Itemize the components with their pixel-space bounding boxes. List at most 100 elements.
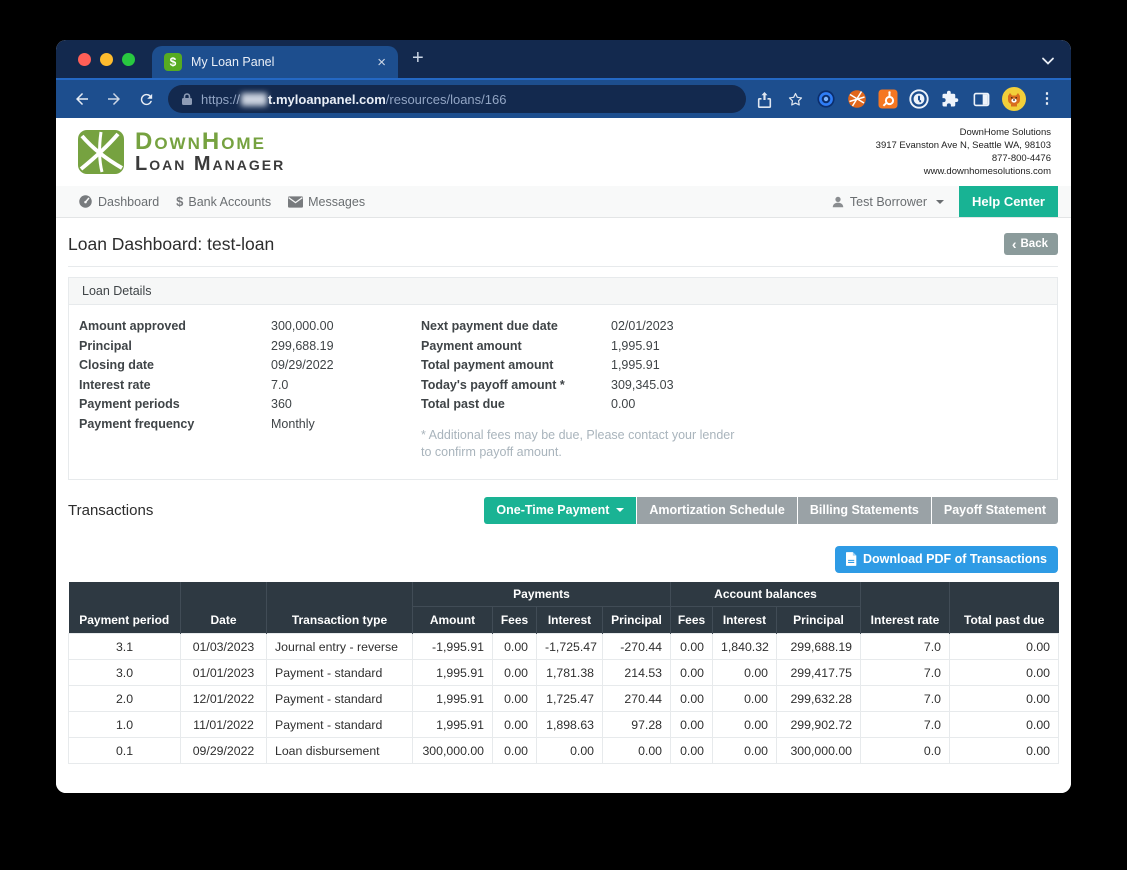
minimize-window-button[interactable] [100,53,113,66]
downhome-logo[interactable]: DownHome Loan Manager [78,130,285,175]
window-controls[interactable] [78,53,135,66]
detail-value: 309,345.03 [611,376,674,396]
col-header-amount: Amount [413,607,493,634]
url-domain: t.myloanpanel.com [268,92,386,107]
cell-fees: 0.00 [493,738,537,764]
amortization-schedule-button[interactable]: Amortization Schedule [637,497,796,524]
detail-value: 0.00 [611,395,635,415]
cell-interest-rate: 7.0 [861,660,950,686]
detail-row: Principal 299,688.19 [79,337,421,357]
company-info-line: 877-800-4476 [876,152,1051,165]
screenshot-canvas: $ My Loan Panel × + [0,0,1127,870]
nav-label: Messages [308,195,365,209]
table-row: 3.0 01/01/2023 Payment - standard 1,995.… [69,660,1059,686]
payments-group-header: Payments [413,582,671,607]
cell-fees: 0.00 [493,660,537,686]
detail-label: Payment amount [421,337,611,357]
nav-item-messages[interactable]: Messages [288,195,365,209]
nav-item-bank-accounts[interactable]: $ Bank Accounts [176,194,271,209]
detail-row: Interest rate 7.0 [79,376,421,396]
tab-search-chevron-icon[interactable] [1041,53,1055,71]
new-tab-button[interactable]: + [412,48,424,68]
tab-strip: $ My Loan Panel × + [56,40,1071,78]
cell-balance-interest: 0.00 [713,686,777,712]
extension-blue-ring-icon[interactable] [816,89,836,109]
one-time-payment-button[interactable]: One-Time Payment [484,497,636,524]
col-header-transaction-type: Transaction type [267,607,413,634]
close-window-button[interactable] [78,53,91,66]
tab-close-icon[interactable]: × [377,55,386,70]
web-page: DownHome Loan Manager DownHome Solutions… [56,118,1071,793]
lock-icon[interactable] [181,92,193,106]
detail-label: Total past due [421,395,611,415]
browser-menu-icon[interactable]: ⋮ [1037,89,1057,109]
browser-tab[interactable]: $ My Loan Panel × [152,46,398,78]
payoff-statement-button[interactable]: Payoff Statement [932,497,1058,524]
forward-icon[interactable] [102,87,126,111]
loan-details-body: Amount approved 300,000.00 Principal 299… [69,305,1057,479]
billing-statements-button[interactable]: Billing Statements [798,497,931,524]
heading-divider [68,266,1058,267]
cell-balance-interest: 1,840.32 [713,634,777,660]
cell-transaction-type: Payment - standard [267,660,413,686]
detail-row: Today's payoff amount * 309,345.03 [421,376,1047,396]
cell-total-past-due: 0.00 [950,738,1059,764]
col-header-date: Date [181,607,267,634]
zoom-window-button[interactable] [122,53,135,66]
help-center-button[interactable]: Help Center [959,186,1058,217]
reload-icon[interactable] [134,87,158,111]
main-navbar: Dashboard $ Bank Accounts Messages Test … [56,186,1071,218]
cell-principal: -270.44 [603,634,671,660]
pdf-file-icon [846,552,857,566]
address-bar[interactable]: https://t.myloanpanel.com/resources/loan… [168,85,746,113]
tab-favicon-dollar-icon: $ [164,53,182,71]
col-header-interest: Interest [537,607,603,634]
back-button[interactable]: ‹ Back [1004,233,1058,255]
url-scheme: https:// [201,92,240,107]
bookmark-star-icon[interactable] [785,89,805,109]
table-column-header-row: Payment period Date Transaction type Amo… [69,607,1059,634]
side-panel-icon[interactable] [971,89,991,109]
detail-row: Payment amount 1,995.91 [421,337,1047,357]
extension-orange-pinwheel-icon[interactable] [847,89,867,109]
detail-row: Next payment due date 02/01/2023 [421,317,1047,337]
cell-principal: 97.28 [603,712,671,738]
back-icon[interactable] [70,87,94,111]
user-name: Test Borrower [850,195,927,209]
nav-item-dashboard[interactable]: Dashboard [78,194,159,209]
cell-amount: 1,995.91 [413,660,493,686]
company-info-line: 3917 Evanston Ave N, Seattle WA, 98103 [876,139,1051,152]
cell-balance-fees: 0.00 [671,660,713,686]
dollar-icon: $ [176,194,183,209]
back-label: Back [1021,238,1049,250]
user-menu[interactable]: Test Borrower [831,195,944,209]
detail-value: 299,688.19 [271,337,334,357]
cell-balance-fees: 0.00 [671,738,713,764]
extension-hubspot-icon[interactable] [878,89,898,109]
detail-label: Total payment amount [421,356,611,376]
table-row: 3.1 01/03/2023 Journal entry - reverse -… [69,634,1059,660]
nav-label: Bank Accounts [188,195,271,209]
empty-header-cell [267,582,413,607]
empty-header-cell [69,582,181,607]
cell-principal: 214.53 [603,660,671,686]
cell-fees: 0.00 [493,686,537,712]
cell-interest: -1,725.47 [537,634,603,660]
url-redacted-segment [241,93,267,106]
detail-row: Total payment amount 1,995.91 [421,356,1047,376]
extensions-puzzle-icon[interactable] [940,89,960,109]
download-pdf-button[interactable]: Download PDF of Transactions [835,546,1058,573]
extension-1password-icon[interactable] [909,89,929,109]
table-row: 0.1 09/29/2022 Loan disbursement 300,000… [69,738,1059,764]
share-icon[interactable] [754,89,774,109]
detail-label: Payment periods [79,395,271,415]
transactions-table: Payments Account balances Payment period… [68,582,1059,765]
detail-label: Amount approved [79,317,271,337]
detail-label: Next payment due date [421,317,611,337]
col-header-interest-rate: Interest rate [861,607,950,634]
cell-interest: 1,898.63 [537,712,603,738]
site-header: DownHome Loan Manager DownHome Solutions… [56,118,1071,186]
loan-details-right-column: Next payment due date 02/01/2023 Payment… [421,317,1047,461]
profile-avatar-dog-icon[interactable] [1002,87,1026,111]
detail-label: Principal [79,337,271,357]
